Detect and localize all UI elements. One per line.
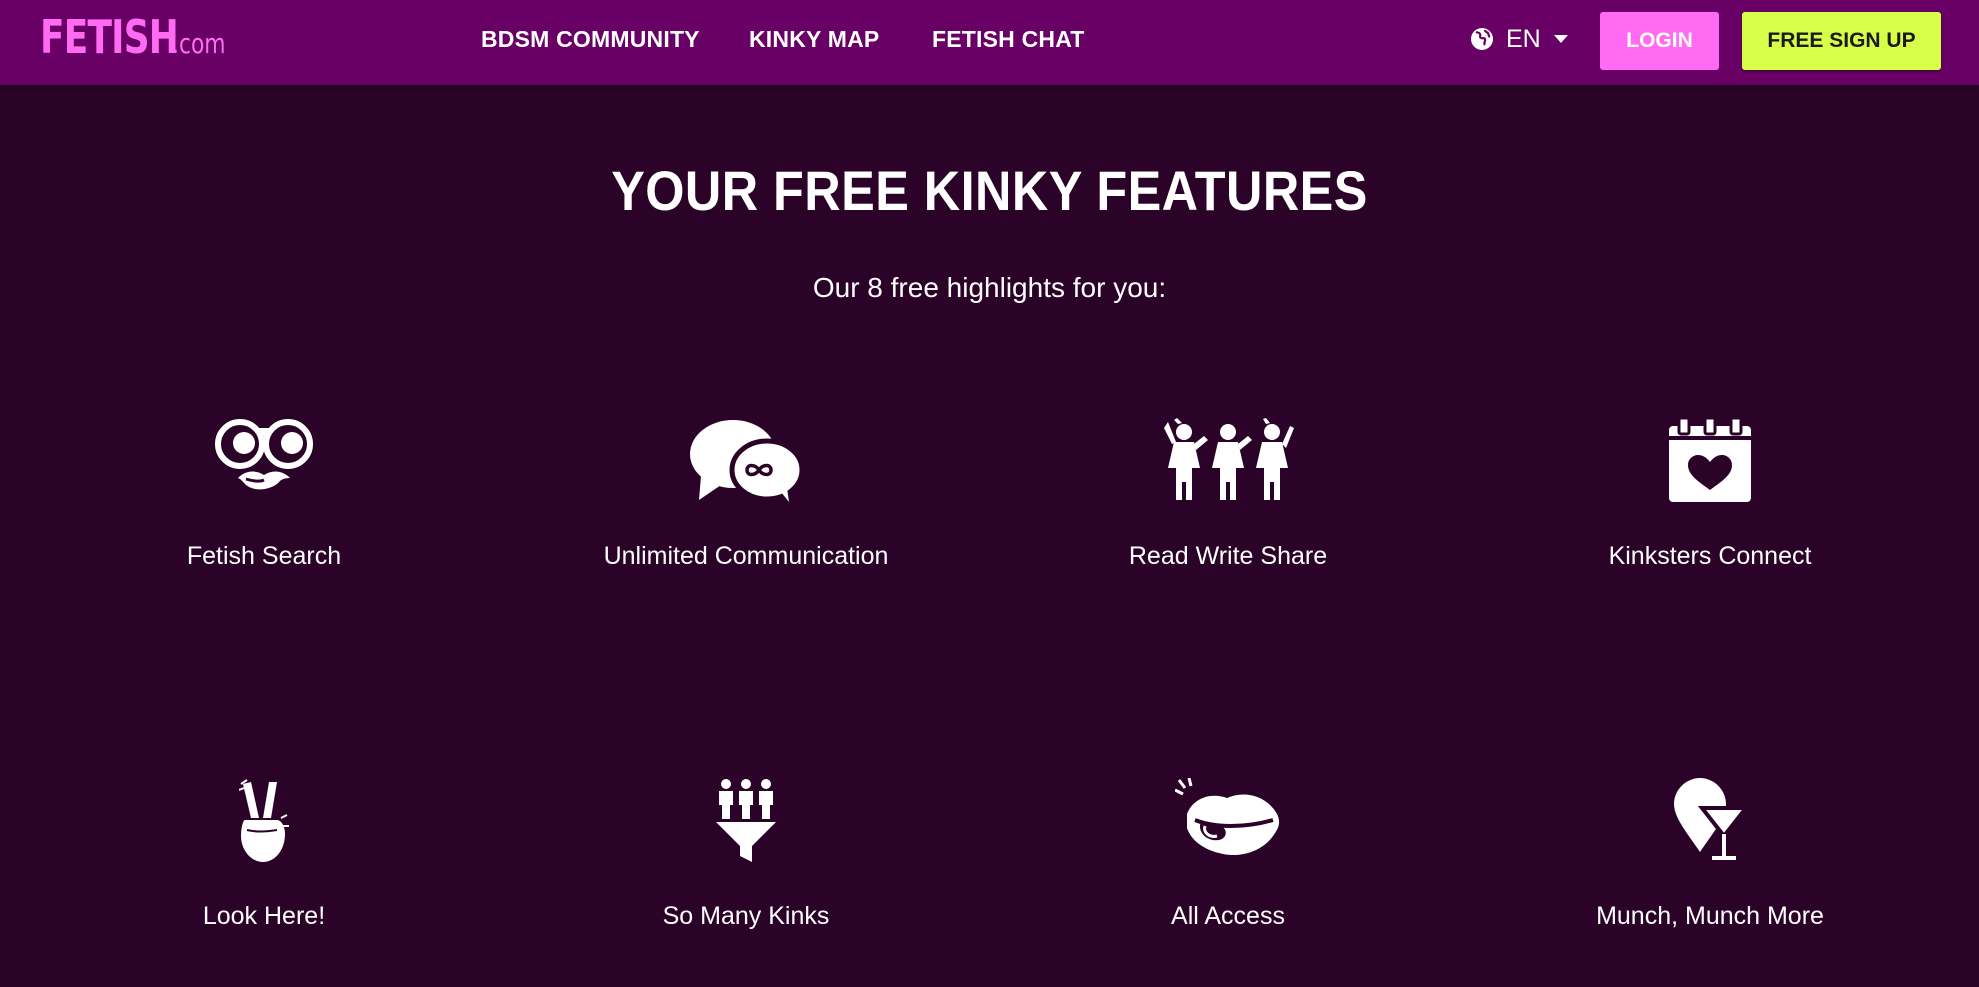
nav-bdsm-community[interactable]: BDSM COMMUNITY: [481, 0, 700, 78]
free-signup-button[interactable]: FREE SIGN UP: [1742, 12, 1941, 70]
feature-label: Fetish Search: [186, 542, 342, 570]
licking-lips-icon: [1175, 778, 1281, 878]
nav-link-kinky-map[interactable]: KINKY MAP: [749, 26, 879, 53]
feature-label: Look Here!: [202, 902, 326, 930]
peace-hand-icon: [239, 778, 289, 878]
globe-icon: [1470, 27, 1494, 51]
feature-munch-munch-more[interactable]: Munch, Munch More: [1490, 778, 1930, 931]
binoculars-lips-icon: [214, 418, 314, 518]
top-navigation-bar: FETISH .com BDSM COMMUNITY KINKY MAP FET…: [0, 0, 1979, 85]
feature-label: So Many Kinks: [662, 902, 830, 930]
login-button[interactable]: LOGIN: [1600, 12, 1719, 70]
chevron-down-icon: [1553, 34, 1569, 44]
feature-read-write-share[interactable]: Read Write Share: [1008, 418, 1448, 571]
feature-label: Unlimited Communication: [603, 542, 889, 570]
feature-label: All Access: [1171, 902, 1285, 930]
nav-link-fetish-chat[interactable]: FETISH CHAT: [932, 26, 1085, 53]
feature-fetish-search[interactable]: Fetish Search: [44, 418, 484, 571]
feature-all-access[interactable]: All Access: [1008, 778, 1448, 931]
nav-link-bdsm-community[interactable]: BDSM COMMUNITY: [481, 26, 700, 53]
language-selector[interactable]: EN: [1470, 20, 1569, 58]
feature-label: Read Write Share: [1128, 542, 1328, 570]
feature-label: Kinksters Connect: [1608, 542, 1812, 570]
location-cocktail-icon: [1674, 778, 1746, 878]
feature-look-here[interactable]: Look Here!: [44, 778, 484, 931]
feature-unlimited-communication[interactable]: Unlimited Communication: [526, 418, 966, 571]
feature-label: Munch, Munch More: [1596, 902, 1824, 930]
feature-so-many-kinks[interactable]: So Many Kinks: [526, 778, 966, 931]
logo-sub-text: .com: [172, 27, 226, 60]
page-title: YOUR FREE KINKY FEATURES: [611, 159, 1368, 222]
site-logo[interactable]: FETISH .com: [40, 10, 241, 70]
chat-bubbles-infinity-icon: [689, 418, 803, 518]
language-label: EN: [1506, 24, 1541, 53]
feature-kinksters-connect[interactable]: Kinksters Connect: [1490, 418, 1930, 571]
nav-kinky-map[interactable]: KINKY MAP: [749, 0, 879, 78]
three-people-icon: [1162, 418, 1294, 518]
nav-fetish-chat[interactable]: FETISH CHAT: [932, 0, 1085, 78]
people-funnel-icon: [716, 778, 776, 878]
page-subtitle: Our 8 free highlights for you:: [812, 272, 1167, 303]
calendar-heart-icon: [1669, 418, 1751, 518]
logo-main-text: FETISH: [40, 10, 179, 64]
